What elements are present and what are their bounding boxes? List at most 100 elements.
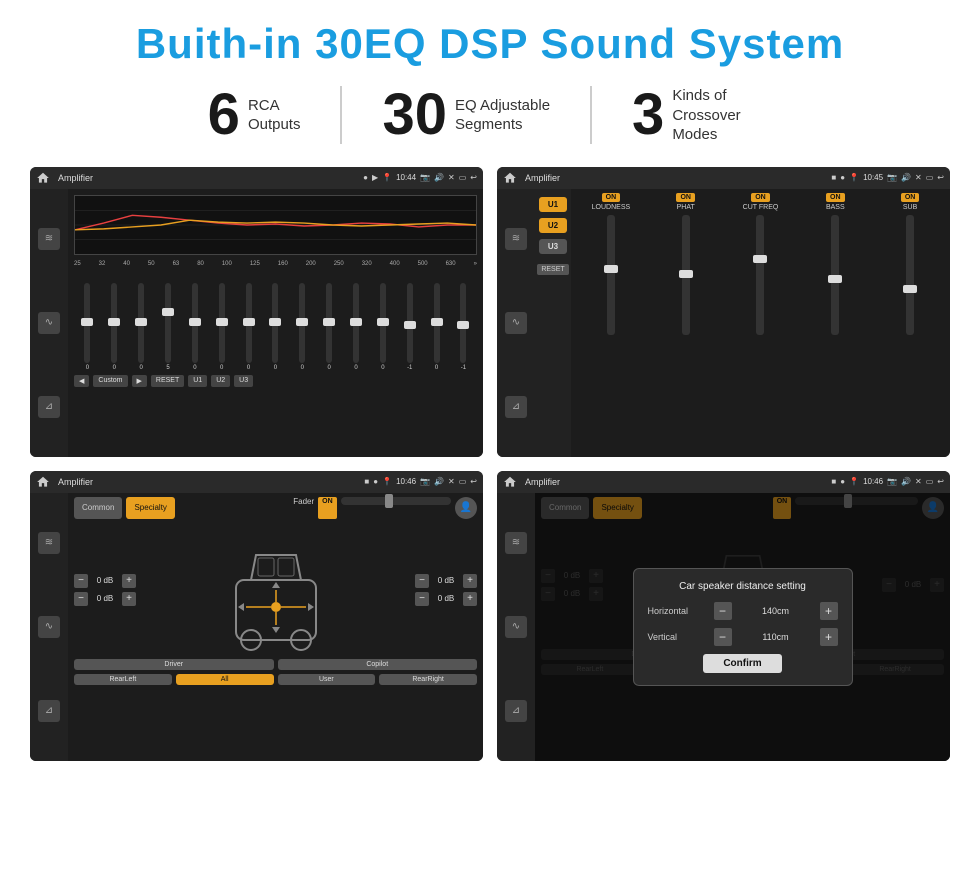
spk-rr-plus[interactable]: + [463, 592, 477, 606]
eq-val-7: 0 [274, 365, 277, 371]
vertical-plus-btn[interactable]: + [820, 628, 838, 646]
spk-rl-minus[interactable]: − [74, 592, 88, 606]
spk-fr-plus[interactable]: + [463, 574, 477, 588]
loudness-thumb[interactable] [604, 265, 618, 273]
u3-btn-1[interactable]: U3 [234, 375, 253, 387]
freq-80: 80 [197, 261, 204, 267]
driver-btn-3[interactable]: Driver [74, 659, 274, 670]
eq-track-2[interactable] [138, 283, 144, 363]
eq-thumb-8[interactable] [296, 318, 308, 326]
sub-thumb[interactable] [903, 285, 917, 293]
eq-thumb-2[interactable] [135, 318, 147, 326]
spk-fl-plus[interactable]: + [122, 574, 136, 588]
wave-icon-2[interactable]: ∿ [505, 312, 527, 334]
eq-track-3[interactable] [165, 283, 171, 363]
spk-rl-plus[interactable]: + [122, 592, 136, 606]
eq-track-11[interactable] [380, 283, 386, 363]
eq-tune-icon-3[interactable]: ≋ [38, 532, 60, 554]
loudness-slider[interactable] [607, 215, 615, 335]
eq-track-7[interactable] [272, 283, 278, 363]
eq-thumb-1[interactable] [108, 318, 120, 326]
back-icon-2: ↩ [937, 173, 944, 182]
speaker-icon-2[interactable]: ⊿ [505, 396, 527, 418]
wave-icon-3[interactable]: ∿ [38, 616, 60, 638]
wave-icon-1[interactable]: ∿ [38, 312, 60, 334]
ch-phat: ON PHAT [650, 193, 722, 453]
ch-cutfreq: ON CUT FREQ [725, 193, 797, 453]
eq-track-13[interactable] [434, 283, 440, 363]
prev-preset-btn[interactable]: ◀ [74, 375, 89, 387]
sub-slider[interactable] [906, 215, 914, 335]
u1-preset[interactable]: U1 [539, 197, 567, 212]
spk-row-fl: − 0 dB + [74, 574, 136, 588]
eq-track-9[interactable] [326, 283, 332, 363]
phat-thumb[interactable] [679, 270, 693, 278]
eq-track-12[interactable] [407, 283, 413, 363]
eq-thumb-7[interactable] [269, 318, 281, 326]
phat-slider[interactable] [682, 215, 690, 335]
eq-thumb-0[interactable] [81, 318, 93, 326]
spk-fr-minus[interactable]: − [415, 574, 429, 588]
speaker-icon-3[interactable]: ⊿ [38, 700, 60, 722]
copilot-btn-3[interactable]: Copilot [278, 659, 478, 670]
spk-fl-value: 0 dB [91, 576, 119, 585]
eq-track-5[interactable] [219, 283, 225, 363]
eq-thumb-6[interactable] [243, 318, 255, 326]
reset-btn-1[interactable]: RESET [151, 375, 184, 387]
eq-track-8[interactable] [299, 283, 305, 363]
horizontal-minus-btn[interactable]: − [714, 602, 732, 620]
tab-common-3[interactable]: Common [74, 497, 122, 519]
eq-track-14[interactable] [460, 283, 466, 363]
eq-tune-icon-2[interactable]: ≋ [505, 228, 527, 250]
speaker-icon-4[interactable]: ⊿ [505, 700, 527, 722]
eq-track-0[interactable] [84, 283, 90, 363]
vertical-minus-btn[interactable]: − [714, 628, 732, 646]
bass-thumb[interactable] [828, 275, 842, 283]
eq-thumb-5[interactable] [216, 318, 228, 326]
phat-label: PHAT [677, 204, 695, 211]
user-btn-3[interactable]: User [278, 674, 376, 685]
eq-tune-icon-4[interactable]: ≋ [505, 532, 527, 554]
eq-thumb-10[interactable] [350, 318, 362, 326]
eq-thumb-14[interactable] [457, 321, 469, 329]
rearright-btn-3[interactable]: RearRight [379, 674, 477, 685]
freq-320: 320 [362, 261, 372, 267]
spk-fl-minus[interactable]: − [74, 574, 88, 588]
eq-track-10[interactable] [353, 283, 359, 363]
eq-thumb-11[interactable] [377, 318, 389, 326]
tab-specialty-3[interactable]: Specialty [126, 497, 174, 519]
eq-track-4[interactable] [192, 283, 198, 363]
eq-thumb-12[interactable] [404, 321, 416, 329]
eq-tune-icon[interactable]: ≋ [38, 228, 60, 250]
u2-preset[interactable]: U2 [539, 218, 567, 233]
eq-thumb-13[interactable] [431, 318, 443, 326]
u2-btn-1[interactable]: U2 [211, 375, 230, 387]
profile-icon-3[interactable]: 👤 [455, 497, 477, 519]
horizontal-plus-btn[interactable]: + [820, 602, 838, 620]
custom-preset-btn[interactable]: Custom [93, 375, 127, 387]
rearleft-btn-3[interactable]: RearLeft [74, 674, 172, 685]
eq-track-6[interactable] [246, 283, 252, 363]
bass-label: BASS [826, 204, 845, 211]
u1-btn-1[interactable]: U1 [188, 375, 207, 387]
play-btn[interactable]: ▶ [132, 375, 147, 387]
all-btn-3[interactable]: All [176, 674, 274, 685]
cutfreq-slider[interactable] [756, 215, 764, 335]
wave-icon-4[interactable]: ∿ [505, 616, 527, 638]
confirm-button[interactable]: Confirm [703, 654, 781, 673]
eq-thumb-9[interactable] [323, 318, 335, 326]
cutfreq-thumb[interactable] [753, 255, 767, 263]
reset-cross[interactable]: RESET [537, 264, 568, 275]
bass-slider[interactable] [831, 215, 839, 335]
car-svg [216, 525, 336, 655]
eq-val-11: 0 [381, 365, 384, 371]
eq-track-1[interactable] [111, 283, 117, 363]
spk-rr-minus[interactable]: − [415, 592, 429, 606]
speaker-icon-1[interactable]: ⊿ [38, 396, 60, 418]
fader-slider-3[interactable] [341, 497, 451, 505]
eq-thumb-3[interactable] [162, 308, 174, 316]
fader-thumb-3[interactable] [385, 494, 393, 508]
eq-thumb-4[interactable] [189, 318, 201, 326]
u3-preset[interactable]: U3 [539, 239, 567, 254]
camera-icon-1: 📷 [420, 173, 430, 182]
